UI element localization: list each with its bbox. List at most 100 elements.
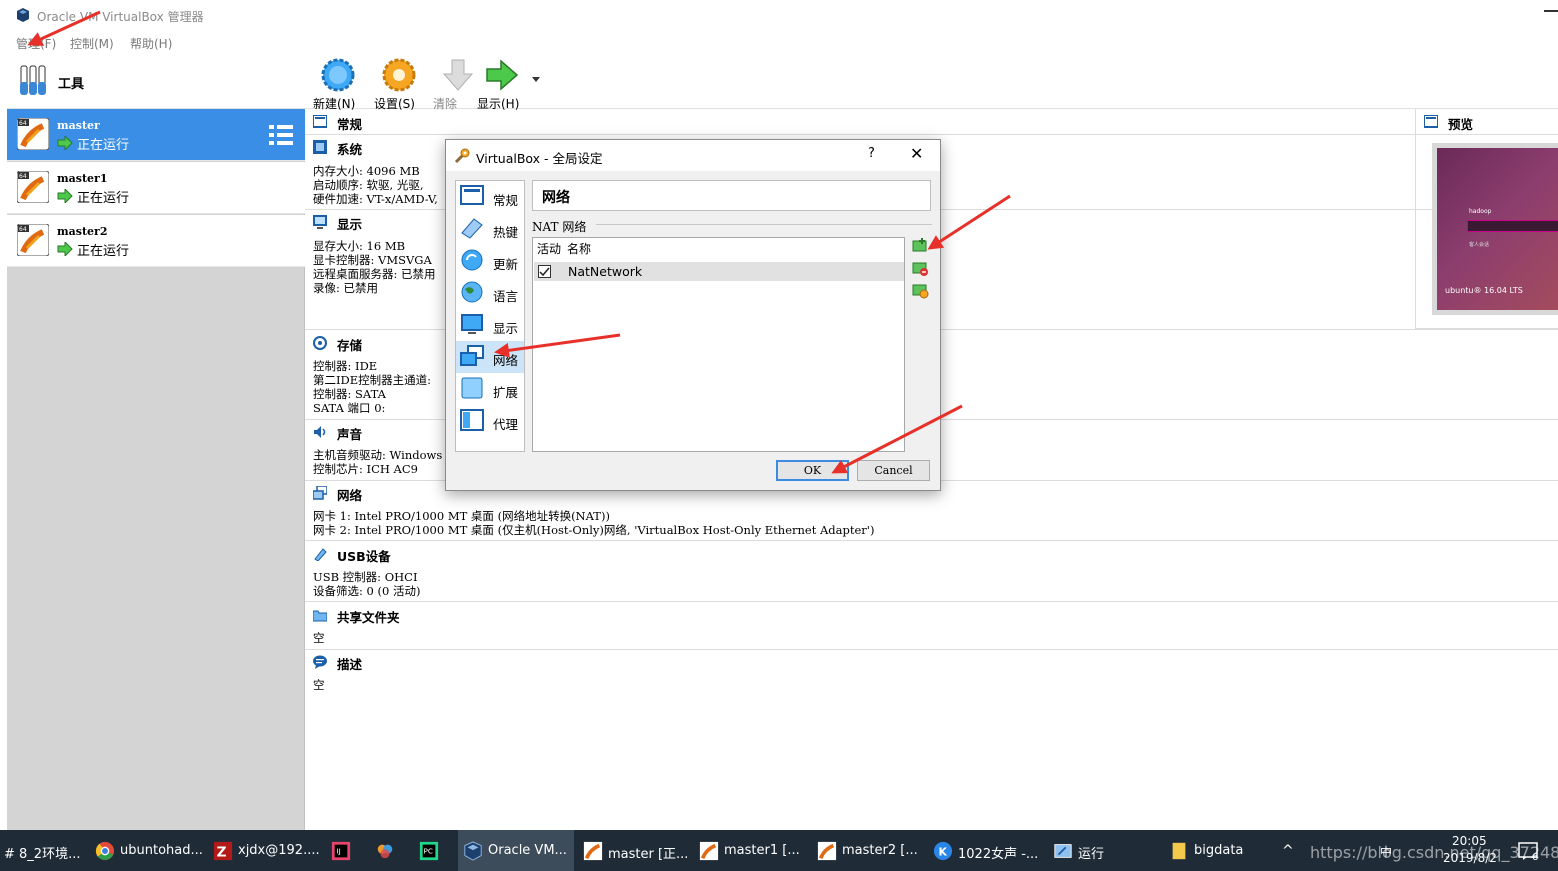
menu-help[interactable]: 帮助(H) [130, 35, 172, 52]
ubuntu-64-icon: 64 [17, 118, 49, 150]
preview-panel: 预览 hadoop 客人会话 ubuntu® 16.04 LTS [1415, 109, 1558, 329]
svg-text:PC: PC [424, 847, 433, 856]
task-intellij[interactable]: IJ [326, 830, 364, 871]
display-line: 远程桌面服务器: 已禁用 [313, 267, 436, 281]
ubuntu-64-icon: 64 [17, 171, 49, 203]
vm-name: master2 [57, 225, 108, 238]
menu-machine[interactable]: 控制(M) [70, 35, 114, 52]
task-filezilla[interactable]: Z xjdx@192.... [208, 830, 320, 871]
divider [596, 224, 932, 225]
svg-text:K: K [938, 846, 947, 859]
row-name: NatNetwork [568, 264, 643, 279]
new-button[interactable]: 新建(N) [313, 58, 361, 111]
preview-screen: hadoop 客人会话 ubuntu® 16.04 LTS [1432, 143, 1558, 315]
running-arrow-icon [57, 189, 73, 203]
app-flower-icon [377, 844, 393, 859]
divider [305, 134, 1558, 135]
discard-arrow-icon [442, 59, 474, 91]
proxy-icon [460, 409, 484, 431]
task-vm-master2[interactable]: master2 [... [812, 830, 924, 871]
run-icon [1054, 844, 1072, 858]
nav-language[interactable]: 语言 [456, 277, 524, 309]
ubuntu-vm-icon [583, 841, 603, 861]
nav-extensions[interactable]: 扩展 [456, 373, 524, 405]
window-title: Oracle VM VirtualBox 管理器 [37, 10, 204, 24]
task-app[interactable] [370, 830, 410, 871]
task-chrome[interactable]: ubuntohad... [90, 830, 203, 871]
display-line: 录像: 已禁用 [313, 281, 379, 295]
svg-text:64: 64 [19, 226, 27, 233]
nav-hotkeys[interactable]: 热键 [456, 213, 524, 245]
preview-username: hadoop [1469, 208, 1492, 215]
nat-network-table[interactable]: 活动 名称 NatNetwork [532, 237, 905, 452]
dialog-title: VirtualBox - 全局设定 [476, 151, 603, 166]
display-icon [461, 314, 483, 334]
task-run[interactable]: 运行 [1048, 830, 1160, 871]
global-settings-dialog: VirtualBox - 全局设定 ? ✕ 常规 热键 更新 语言 显示 网络 [445, 139, 941, 491]
nav-update[interactable]: 更新 [456, 245, 524, 277]
vm-item-master2[interactable]: 64 master2 正在运行 [7, 215, 305, 267]
nav-general[interactable]: 常规 [456, 181, 524, 213]
divider [305, 649, 1558, 650]
tools-icon [20, 65, 46, 95]
active-checkbox[interactable] [538, 265, 551, 278]
task-virtualbox[interactable]: Oracle VM... [458, 830, 574, 871]
task-pycharm[interactable]: PC [414, 830, 454, 871]
task-document[interactable]: # 8_2环境... [0, 830, 88, 871]
close-button[interactable]: ✕ [910, 144, 923, 163]
minimize-icon[interactable] [1544, 10, 1558, 12]
column-active[interactable]: 活动 [537, 238, 561, 261]
svg-text:64: 64 [19, 173, 27, 180]
tools-item[interactable]: 工具 [7, 54, 305, 109]
keyboard-icon [461, 218, 483, 239]
tray-chevron-up-icon[interactable]: ^ [1282, 843, 1294, 859]
settings-button[interactable]: 设置(S) [374, 58, 422, 111]
system-line: 硬件加速: VT-x/AMD-V, [313, 192, 438, 206]
usb-icon [314, 548, 327, 561]
vm-item-master[interactable]: 64 master 正在运行 [7, 109, 305, 161]
display-line: 显卡控制器: VMSVGA [313, 253, 432, 267]
watermark: https://blog.csdn.net/qq_37248504 [1310, 843, 1558, 862]
nav-proxy[interactable]: 代理 [456, 405, 524, 437]
ubuntu-64-icon: 64 [17, 224, 49, 256]
table-row[interactable]: NatNetwork [534, 262, 904, 281]
menu-bar: 管理(F) 控制(M) 帮助(H) [0, 31, 1558, 53]
speech-bubble-icon [313, 655, 327, 669]
show-button[interactable]: 显示(H) [477, 58, 537, 111]
cancel-button[interactable]: Cancel [857, 460, 930, 481]
storage-line: 控制器: SATA [313, 387, 386, 401]
ok-button[interactable]: OK [776, 460, 849, 481]
vm-item-master1[interactable]: 64 master1 正在运行 [7, 162, 305, 214]
add-network-icon[interactable] [911, 238, 929, 256]
new-gear-icon [321, 58, 355, 92]
network-icon [313, 486, 327, 500]
virtualbox-icon [464, 841, 482, 861]
svg-text:IJ: IJ [336, 847, 340, 856]
vm-state: 正在运行 [77, 138, 130, 153]
display-line: 显存大小: 16 MB [313, 239, 406, 253]
task-vm-master1[interactable]: master1 [... [694, 830, 806, 871]
remove-network-icon[interactable] [911, 260, 929, 278]
chevron-down-icon[interactable] [532, 77, 540, 83]
shared-line: 空 [313, 631, 325, 645]
task-vm-master[interactable]: master [正... [578, 830, 690, 871]
task-bigdata[interactable]: bigdata [1164, 830, 1276, 871]
dialog-titlebar: VirtualBox - 全局设定 ? ✕ [446, 140, 940, 171]
divider [305, 601, 1558, 602]
pycharm-icon: PC [419, 841, 439, 861]
audio-line: 主机音频驱动: Windows [313, 448, 443, 462]
column-name[interactable]: 名称 [567, 238, 591, 261]
vm-details-menu-icon[interactable] [269, 124, 293, 146]
edit-network-icon[interactable] [911, 282, 929, 300]
system-icon [313, 140, 327, 154]
network-icon [460, 345, 484, 366]
task-kugou[interactable]: K 1022女声 -... [928, 830, 1044, 871]
discard-button[interactable]: 清除 [433, 58, 481, 111]
storage-line: 控制器: IDE [313, 359, 378, 373]
nav-network[interactable]: 网络 [456, 341, 524, 373]
preview-title: 预览 [1448, 117, 1474, 132]
nav-display[interactable]: 显示 [456, 309, 524, 341]
menu-file[interactable]: 管理(F) [16, 35, 56, 52]
help-button[interactable]: ? [868, 146, 875, 161]
system-line: 启动顺序: 软驱, 光驱, [313, 178, 424, 192]
